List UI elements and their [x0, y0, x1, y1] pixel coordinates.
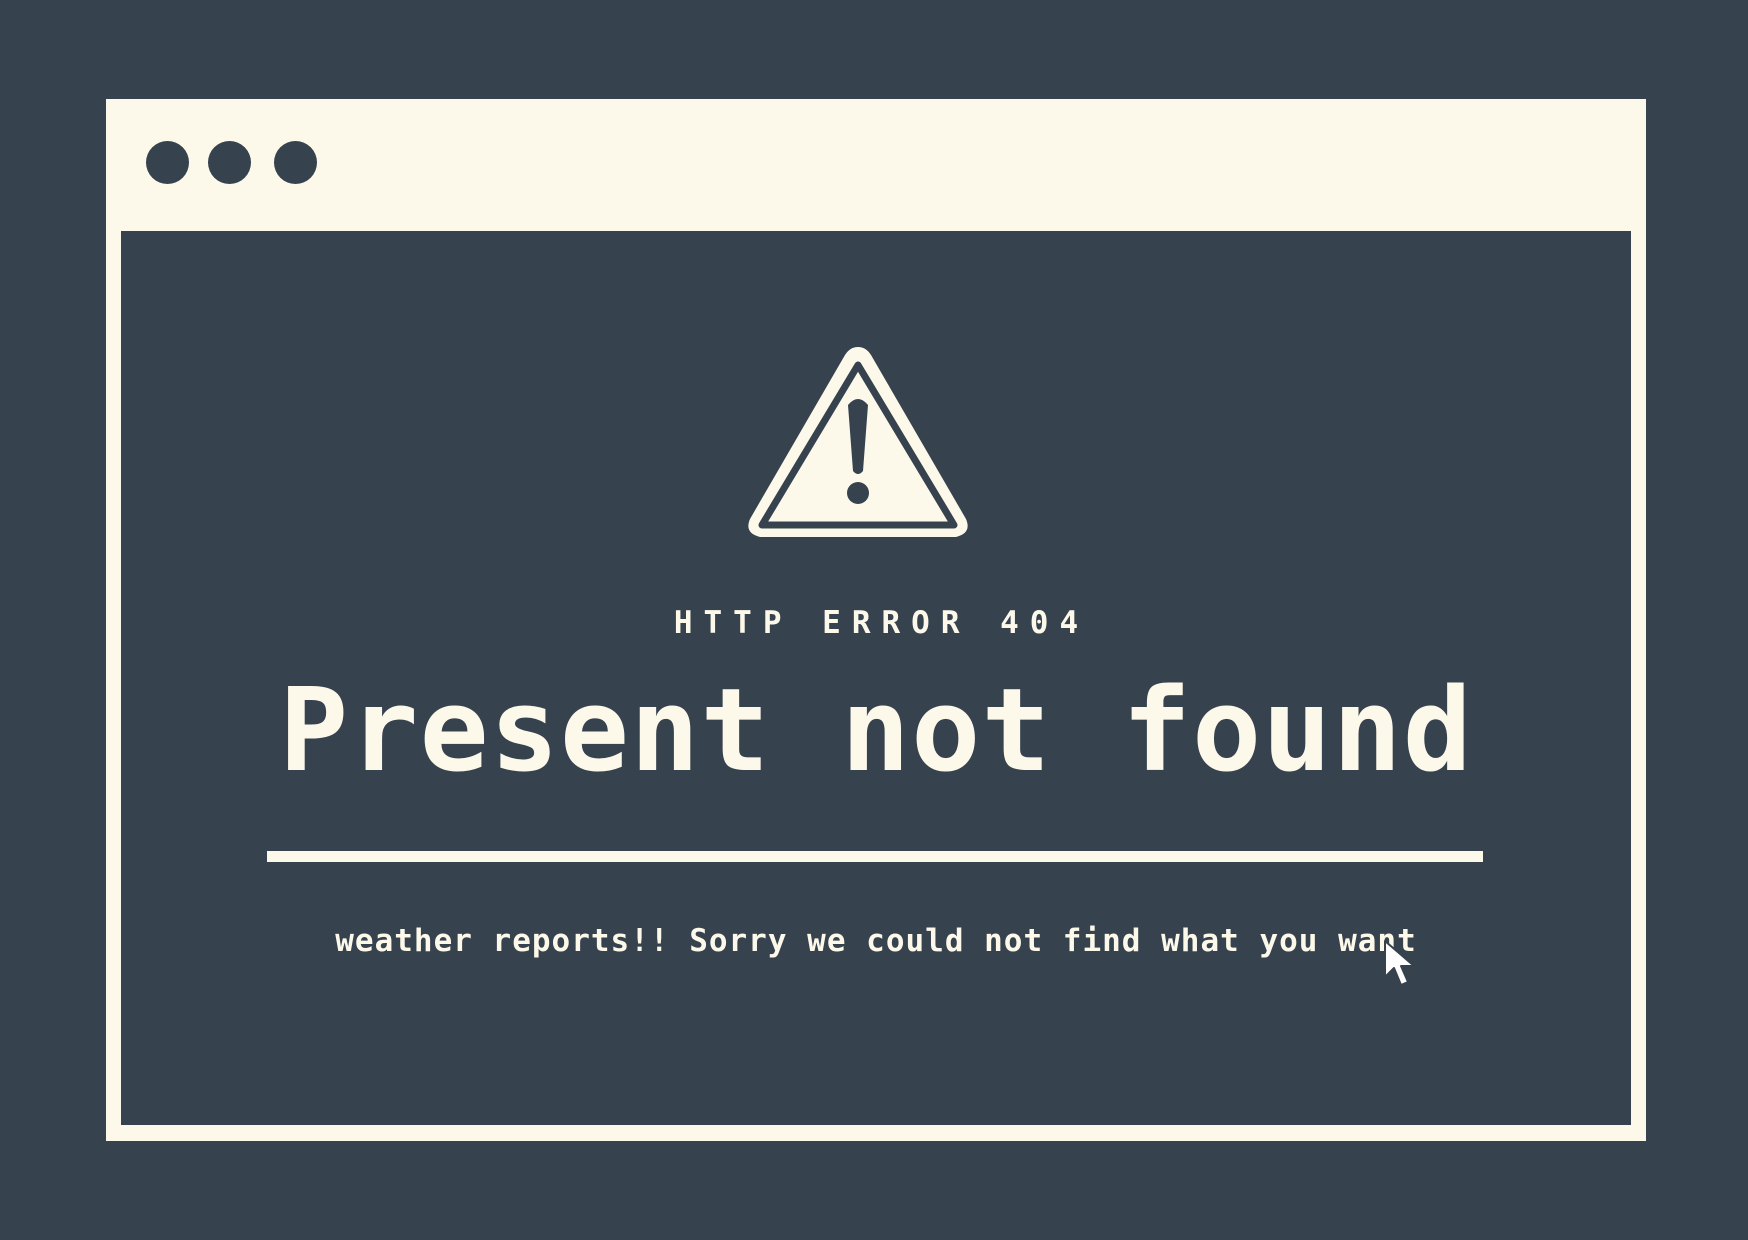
window-titlebar: [106, 99, 1646, 231]
window-control-dot[interactable]: [208, 141, 251, 184]
window-control-dot[interactable]: [274, 141, 317, 184]
divider-line: [267, 851, 1483, 862]
error-code-label: HTTP ERROR 404: [673, 605, 1090, 641]
page-title: Present not found: [278, 664, 1473, 798]
warning-triangle-icon: [748, 347, 968, 537]
error-page-content: HTTP ERROR 404 Present not found weather…: [121, 231, 1631, 1125]
mouse-pointer-icon: [1384, 940, 1415, 986]
window-control-dot[interactable]: [146, 141, 189, 184]
